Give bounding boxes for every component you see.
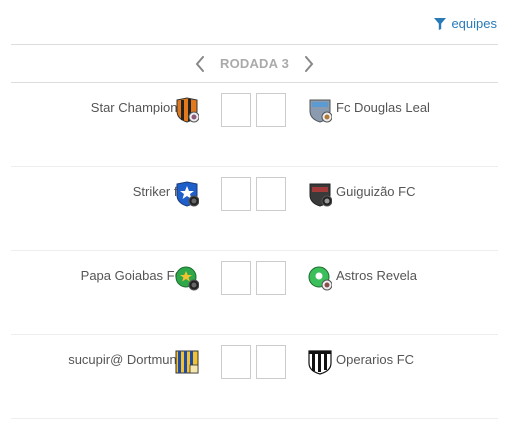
chevron-right-icon — [305, 55, 314, 72]
away-score-input[interactable] — [256, 177, 286, 211]
match-row: sucupir@ Dortmund Operarios FC — [11, 335, 498, 419]
filter-label: equipes — [451, 16, 497, 31]
away-team-name: Fc Douglas Leal — [336, 100, 430, 115]
previous-round-button[interactable] — [192, 54, 208, 74]
away-score-input[interactable] — [256, 93, 286, 127]
blue-shield-crest-icon — [176, 181, 199, 207]
round-navigation: RODADA 3 — [11, 45, 498, 82]
home-score-input[interactable] — [221, 93, 251, 127]
chevron-left-icon — [195, 55, 204, 72]
home-team-name: sucupir@ Dortmund — [68, 352, 184, 367]
blue-yellow-striped-crest-icon — [175, 350, 199, 374]
black-white-striped-crest-icon — [308, 350, 332, 375]
away-score-input[interactable] — [256, 261, 286, 295]
home-score-input[interactable] — [221, 177, 251, 211]
away-team-name: Operarios FC — [336, 352, 415, 367]
match-row: Star Champions Fc Douglas Leal — [11, 83, 498, 167]
home-team-name: Papa Goiabas FC — [80, 268, 184, 283]
filter-icon — [434, 17, 447, 30]
match-row: Papa Goiabas FC Astros Revela — [11, 251, 498, 335]
orange-black-crest-icon — [176, 97, 199, 123]
away-score-input[interactable] — [256, 345, 286, 379]
green-round-crest-icon — [175, 266, 199, 291]
round-title: RODADA 3 — [219, 56, 289, 71]
match-row: Striker fc Guiguizão FC — [11, 167, 498, 251]
home-score-input[interactable] — [221, 345, 251, 379]
blue-grey-crest-icon — [309, 99, 332, 123]
red-black-crest-icon — [309, 183, 332, 207]
filter-teams-link[interactable]: equipes — [434, 16, 497, 31]
away-team-name: Guiguizão FC — [336, 184, 416, 199]
match-divider — [11, 418, 498, 419]
green-round-crest-icon — [308, 266, 332, 291]
away-team-name: Astros Revela — [336, 268, 417, 283]
next-round-button[interactable] — [301, 54, 317, 74]
home-team-name: Star Champions — [90, 100, 184, 115]
home-score-input[interactable] — [221, 261, 251, 295]
